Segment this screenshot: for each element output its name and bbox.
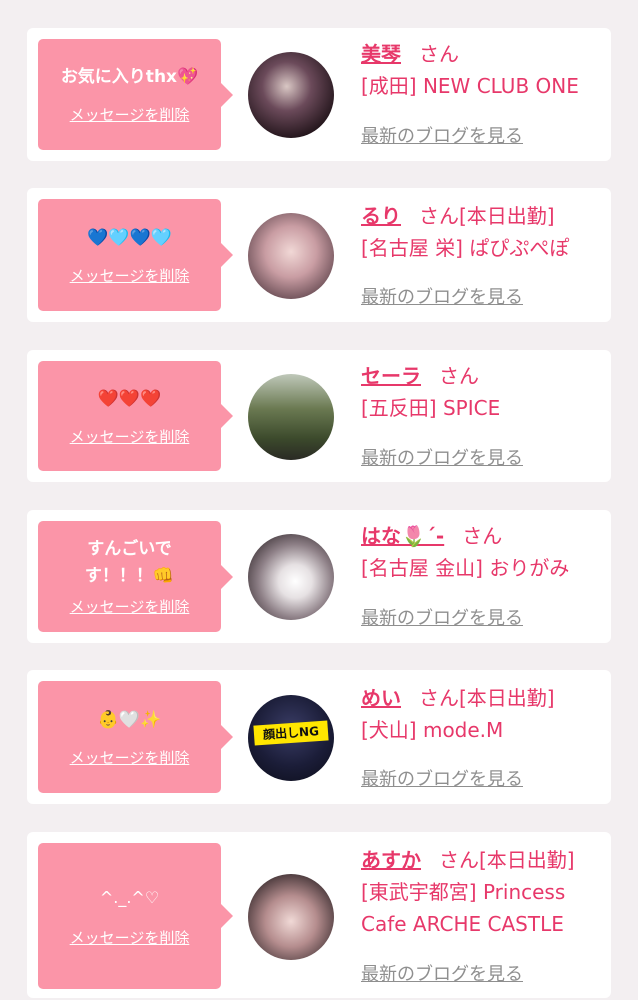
- favorite-card: 💙🩵💙🩵 メッセージを削除 るり さん[本日出勤] [名古屋 栄] ぱぴぷぺぽ 最…: [27, 188, 611, 322]
- delete-message-link[interactable]: メッセージを削除: [70, 596, 190, 617]
- message-bubble: すんごいです！！！👊 メッセージを削除: [38, 521, 233, 632]
- message-bubble: 👶🤍✨ メッセージを削除: [38, 681, 233, 793]
- shop-name: [名古屋 栄] ぱぴぷぺぽ: [361, 236, 570, 260]
- honorific: さん: [439, 848, 479, 872]
- delete-message-link[interactable]: メッセージを削除: [70, 927, 190, 948]
- face-hidden-tag: 顔出しNG: [253, 720, 329, 746]
- attendance-tag: [本日出勤]: [459, 686, 555, 710]
- latest-blog-link[interactable]: 最新のブログを見る: [361, 444, 523, 470]
- message-text: ❤️❤️❤️: [97, 388, 162, 409]
- shop-name: [成田] NEW CLUB ONE: [361, 74, 579, 98]
- honorific: さん: [419, 686, 459, 710]
- avatar[interactable]: [248, 534, 334, 620]
- attendance-tag: [本日出勤]: [459, 204, 555, 228]
- cast-name-link[interactable]: セーラ: [361, 364, 421, 388]
- latest-blog-link[interactable]: 最新のブログを見る: [361, 122, 523, 148]
- message-text: お気に入りthx💖: [60, 67, 199, 87]
- shop-name: [犬山] mode.M: [361, 718, 504, 742]
- latest-blog-link[interactable]: 最新のブログを見る: [361, 765, 523, 791]
- message-bubble: ❤️❤️❤️ メッセージを削除: [38, 361, 233, 471]
- delete-message-link[interactable]: メッセージを削除: [70, 426, 190, 447]
- delete-message-link[interactable]: メッセージを削除: [70, 747, 190, 768]
- attendance-tag: [本日出勤]: [479, 848, 575, 872]
- message-text: 💙🩵💙🩵: [87, 227, 172, 248]
- message-text: 👶🤍✨: [97, 709, 162, 730]
- message-bubble: ^._.^♡ メッセージを削除: [38, 843, 233, 989]
- message-bubble: 💙🩵💙🩵 メッセージを削除: [38, 199, 233, 311]
- favorite-card: お気に入りthx💖 メッセージを削除 美琴 さん [成田] NEW CLUB ON…: [27, 28, 611, 161]
- delete-message-link[interactable]: メッセージを削除: [70, 104, 190, 125]
- cast-name-link[interactable]: はな🌷´-: [361, 524, 444, 548]
- avatar[interactable]: 顔出しNG: [248, 695, 334, 781]
- cast-name-link[interactable]: 美琴: [361, 42, 401, 66]
- shop-name: [名古屋 金山] おりがみ: [361, 556, 570, 580]
- avatar[interactable]: [248, 874, 334, 960]
- cast-name-link[interactable]: あすか: [361, 848, 421, 872]
- shop-name: [五反田] SPICE: [361, 396, 501, 420]
- favorite-card: ^._.^♡ メッセージを削除 あすか さん[本日出勤] [東武宇都宮] Prin…: [27, 832, 611, 998]
- avatar[interactable]: [248, 374, 334, 460]
- shop-name: [東武宇都宮] Princess Cafe ARCHE CASTLE: [361, 880, 566, 936]
- favorite-card: ❤️❤️❤️ メッセージを削除 セーラ さん [五反田] SPICE 最新のブログ…: [27, 350, 611, 482]
- honorific: さん: [439, 364, 479, 388]
- message-bubble: お気に入りthx💖 メッセージを削除: [38, 39, 233, 150]
- favorite-card: すんごいです！！！👊 メッセージを削除 はな🌷´- さん [名古屋 金山] おりが…: [27, 510, 611, 643]
- avatar[interactable]: [248, 213, 334, 299]
- message-text: すんごいです！！！👊: [84, 539, 175, 586]
- latest-blog-link[interactable]: 最新のブログを見る: [361, 960, 523, 986]
- cast-name-link[interactable]: るり: [361, 204, 401, 228]
- honorific: さん: [462, 524, 503, 548]
- honorific: さん: [419, 204, 459, 228]
- cast-name-link[interactable]: めい: [361, 686, 401, 710]
- message-text: ^._.^♡: [99, 888, 160, 907]
- delete-message-link[interactable]: メッセージを削除: [70, 265, 190, 286]
- avatar[interactable]: [248, 52, 334, 138]
- latest-blog-link[interactable]: 最新のブログを見る: [361, 604, 523, 630]
- latest-blog-link[interactable]: 最新のブログを見る: [361, 283, 523, 309]
- honorific: さん: [419, 42, 459, 66]
- favorite-card: 👶🤍✨ メッセージを削除 顔出しNG めい さん[本日出勤] [犬山] mode.…: [27, 670, 611, 804]
